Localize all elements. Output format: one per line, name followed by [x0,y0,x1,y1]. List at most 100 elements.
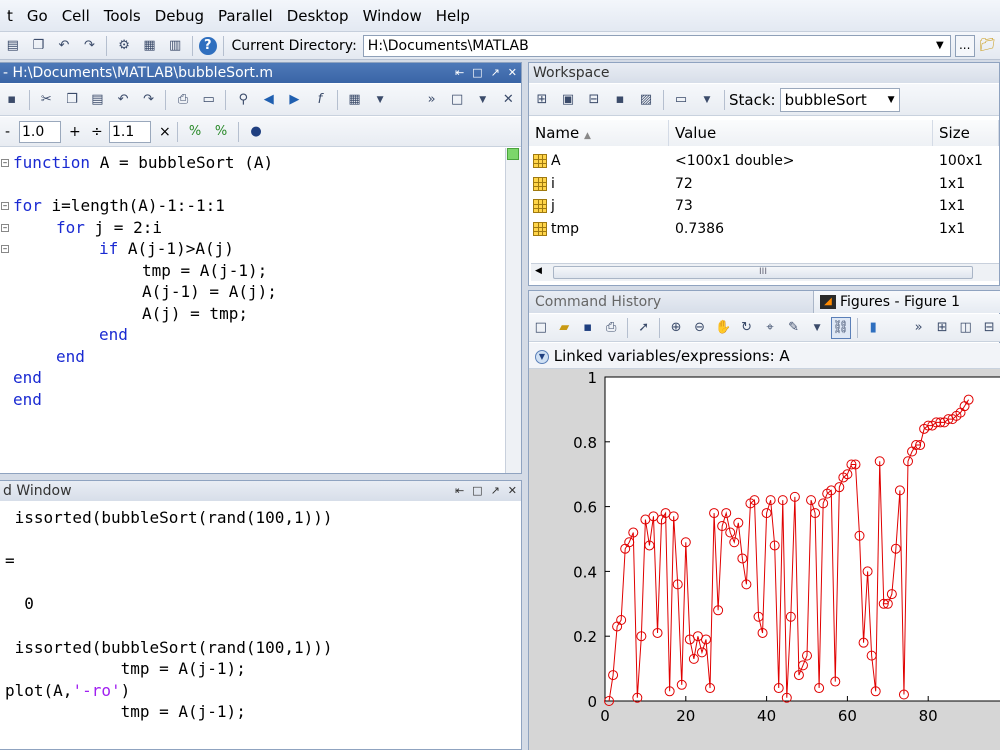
plot-selection-icon[interactable]: ▭ [670,89,692,111]
undo-icon[interactable]: ↶ [53,35,75,57]
import-icon[interactable]: ⊟ [583,89,605,111]
menu-item-edit[interactable]: t [0,0,20,32]
fold-toggle-icon[interactable]: − [1,245,9,253]
function-icon[interactable]: f [309,89,331,111]
cell-value-2-input[interactable]: 1.1 [109,120,151,143]
workspace-cell-name[interactable]: tmp [551,218,579,240]
new-variable-icon[interactable]: ⊞ [531,89,553,111]
workspace-horizontal-scrollbar[interactable]: ◀ III [531,263,999,281]
save-icon[interactable]: ▪ [1,89,23,111]
browse-button[interactable]: ... [954,34,975,57]
more-icon[interactable]: » [421,89,443,111]
code-line[interactable]: tmp = A(j-1); [142,260,267,281]
open-icon[interactable]: ▰ [555,317,575,339]
code-line[interactable]: end [56,346,85,367]
tab-figures[interactable]: ◢ Figures - Figure 1 [813,291,1000,313]
print-icon[interactable]: ⎙ [602,317,622,339]
menu-item-help[interactable]: Help [429,0,477,32]
workspace-cell-name[interactable]: A [551,150,561,172]
menu-item-parallel[interactable]: Parallel [211,0,280,32]
cell-minus-button[interactable]: - [5,124,15,140]
cell-eval-icon[interactable]: % [184,121,206,143]
chevron-down-icon[interactable]: ▼ [696,89,718,111]
maximize-icon[interactable]: □ [472,481,482,501]
rotate-icon[interactable]: ↻ [737,317,757,339]
undock-icon[interactable]: ⇤ [455,481,464,501]
tile-columns-icon[interactable]: ◫ [956,317,976,339]
code-line[interactable]: function A = bubbleSort (A) [13,152,273,173]
guide-icon[interactable]: ▦ [139,35,161,57]
workspace-cell-name[interactable]: i [551,173,555,195]
workspace-cell-value[interactable]: 0.7386 [675,218,724,240]
stack-select[interactable]: bubbleSort ▼ [779,87,900,112]
menu-item-go[interactable]: Go [20,0,55,32]
code-line[interactable]: A(j-1) = A(j); [142,281,277,302]
code-line[interactable]: if A(j-1)>A(j) [99,238,234,259]
cell-eval-advance-icon[interactable]: % [210,121,232,143]
print-icon[interactable]: ⎙ [172,89,194,111]
close-icon[interactable]: ✕ [508,481,517,501]
help-icon[interactable]: ? [198,36,217,55]
tile-grid-icon[interactable]: ⊞ [932,317,952,339]
brush-icon[interactable]: ✎ [784,317,804,339]
back-icon[interactable]: ◀ [258,89,280,111]
stack-icon[interactable]: ▦ [344,89,366,111]
chevron-down-icon[interactable]: ▼ [888,89,895,111]
code-line[interactable]: for j = 2:i [56,217,162,238]
colorbar-icon[interactable]: ▮ [863,317,883,339]
zoom-out-icon[interactable]: ⊖ [690,317,710,339]
code-line[interactable]: end [13,367,42,388]
new-figure-icon[interactable]: □ [531,317,551,339]
layout-icon[interactable]: □ [446,89,468,111]
dock-icon[interactable]: ↗ [491,63,500,83]
fold-toggle-icon[interactable]: − [1,159,9,167]
workspace-cell-size[interactable]: 1x1 [939,195,965,217]
cell-times-button[interactable]: × [159,124,173,140]
menu-item-window[interactable]: Window [356,0,429,32]
open-variable-icon[interactable]: ▣ [557,89,579,111]
scroll-left-icon[interactable]: ◀ [535,266,542,276]
chevron-down-icon[interactable]: ▼ [807,317,827,339]
tab-command-history[interactable]: Command History [529,291,811,313]
current-directory-field[interactable]: H:\Documents\MATLAB ▼ [362,34,951,57]
chevron-down-icon[interactable]: ▼ [535,349,549,364]
pointer-icon[interactable]: ➚ [634,317,654,339]
simulink-icon[interactable]: ⚙ [113,35,135,57]
dock-icon[interactable]: ↗ [491,481,500,501]
plot-area[interactable]: 0 20 40 60 80 0 0.2 0.4 0.6 0.8 1 [529,369,1000,750]
data-cursor-icon[interactable]: ⌖ [760,317,780,339]
menu-item-desktop[interactable]: Desktop [280,0,356,32]
workspace-cell-value[interactable]: 73 [675,195,693,217]
pan-icon[interactable]: ✋ [713,317,733,339]
copy-icon[interactable]: ❐ [61,89,83,111]
undo-icon[interactable]: ↶ [112,89,134,111]
comment-icon[interactable]: ▭ [198,89,220,111]
menu-item-tools[interactable]: Tools [97,0,148,32]
fold-toggle-icon[interactable]: − [1,223,9,232]
close-icon[interactable]: ✕ [498,89,520,111]
more-icon[interactable]: » [909,317,929,339]
chevron-down-icon[interactable]: ▼ [472,89,494,111]
delete-icon[interactable]: ▨ [635,89,657,111]
code-editor[interactable]: function A = bubbleSort (A) − for i=length… [0,148,505,473]
info-icon[interactable]: ● [245,121,267,143]
cell-divide-button[interactable]: ÷ [91,124,105,140]
editor-scrollbar[interactable] [505,148,521,473]
code-line[interactable]: for i=length(A)-1:-1:1 [13,195,225,216]
cell-value-1-input[interactable]: 1.0 [19,120,61,143]
workspace-cell-size[interactable]: 1x1 [939,173,965,195]
workspace-cell-value[interactable]: <100x1 double> [675,150,795,172]
column-header-size[interactable]: Size [933,120,999,146]
paste-icon[interactable]: ▤ [2,35,24,57]
fold-toggle-icon[interactable]: − [1,202,9,210]
zoom-in-icon[interactable]: ⊕ [666,317,686,339]
redo-icon[interactable]: ↷ [79,35,101,57]
save-icon[interactable]: ▪ [578,317,598,339]
code-line[interactable]: A(j) = tmp; [142,303,248,324]
menu-item-debug[interactable]: Debug [148,0,211,32]
workspace-cell-size[interactable]: 1x1 [939,218,965,240]
link-plot-icon[interactable]: ⛓ [830,316,851,339]
redo-icon[interactable]: ↷ [138,89,160,111]
code-line[interactable]: end [13,389,42,410]
chevron-down-icon[interactable]: ▼ [369,89,391,111]
